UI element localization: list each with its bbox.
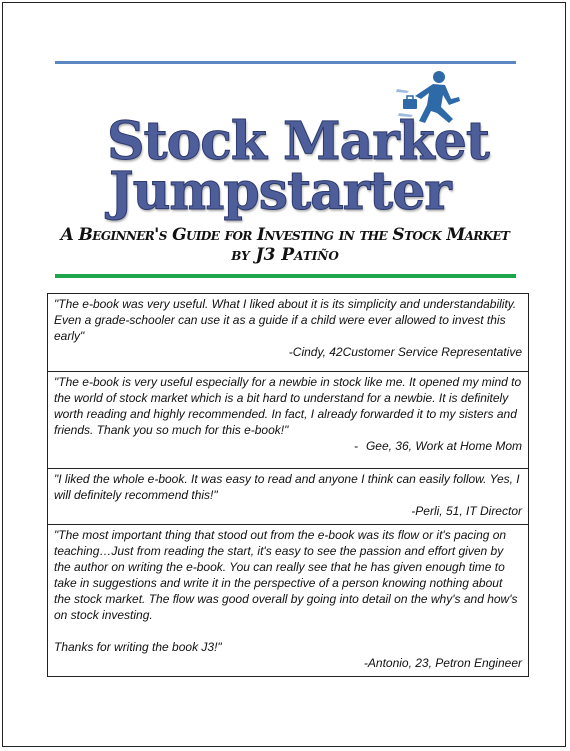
testimonial-quote: "The most important thing that stood out… (54, 528, 518, 622)
testimonial-author: -Perli, 51, IT Director (411, 504, 522, 518)
title-line-2: Jumpstarter (109, 161, 453, 223)
testimonial-author-dash: - (354, 439, 358, 453)
testimonial-entry: "The e-book is very useful especially fo… (48, 372, 528, 469)
testimonial-quote: "The e-book was very useful. What I like… (54, 297, 517, 343)
bottom-rule (55, 274, 516, 278)
testimonial-author: -Antonio, 23, Petron Engineer (363, 656, 522, 670)
top-rule (55, 61, 516, 64)
testimonial-author-row: - Gee, 36, Work at Home Mom (54, 438, 522, 454)
testimonial-author: Gee, 36, Work at Home Mom (365, 439, 522, 453)
testimonial-entry: "The e-book was very useful. What I like… (48, 294, 528, 372)
subtitle-line-1: A Beginner's Guide for Investing in the … (60, 225, 510, 245)
testimonial-quote: "I liked the whole e-book. It was easy t… (54, 472, 520, 502)
testimonials-box: "The e-book was very useful. What I like… (47, 293, 529, 677)
testimonial-author: -Cindy, 42Customer Service Representativ… (288, 345, 522, 359)
testimonial-entry: "I liked the whole e-book. It was easy t… (48, 469, 528, 525)
testimonial-quote: "The e-book is very useful especially fo… (54, 375, 522, 437)
subtitle-author: by J3 Patiño (231, 245, 339, 265)
document-page: Stock Market Jumpstarter A Beginner's Gu… (2, 2, 566, 747)
testimonial-entry: "The most important thing that stood out… (48, 525, 528, 677)
testimonial-closing: Thanks for writing the book J3!" (54, 640, 222, 654)
